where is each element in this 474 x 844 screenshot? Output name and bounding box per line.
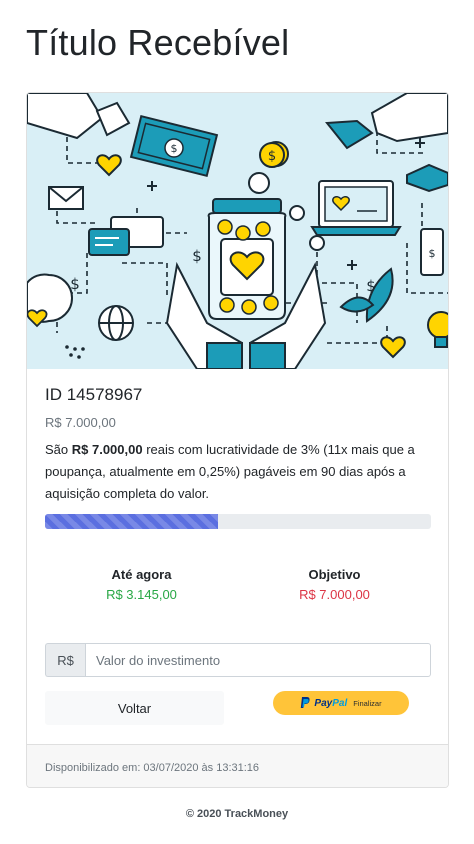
svg-text:$: $ xyxy=(429,247,436,260)
funding-progress-bar xyxy=(45,514,219,529)
svg-text:$: $ xyxy=(192,247,202,265)
investment-input-group: R$ xyxy=(45,643,431,677)
svg-text:$: $ xyxy=(70,275,80,293)
card-footer: Disponibilizado em: 03/07/2020 às 13:31:… xyxy=(27,744,448,787)
funding-stats: Até agora R$ 3.145,00 Objetivo R$ 7.000,… xyxy=(45,567,431,611)
stat-so-far-value: R$ 3.145,00 xyxy=(106,587,177,602)
copyright: © 2020 TrackMoney xyxy=(185,808,289,820)
stat-so-far: Até agora R$ 3.145,00 xyxy=(45,567,238,602)
receivable-id: ID 14578967 xyxy=(45,385,143,404)
stat-so-far-label: Até agora xyxy=(111,567,172,582)
stat-goal: Objetivo R$ 7.000,00 xyxy=(238,567,431,602)
receivable-value: R$ 7.000,00 xyxy=(45,415,116,430)
paypal-pal-text: Pal xyxy=(332,697,348,709)
paypal-logo-text: PayPal xyxy=(314,698,347,709)
receivable-description: São R$ 7.000,00 reais com lucratividade … xyxy=(45,439,431,505)
page-title: Título Recebível xyxy=(26,22,290,63)
currency-addon: R$ xyxy=(45,643,85,677)
card-body: ID 14578967 R$ 7.000,00 São R$ 7.000,00 … xyxy=(45,385,431,505)
investment-amount-input[interactable] xyxy=(85,643,431,677)
funding-progress xyxy=(45,514,431,529)
back-button[interactable]: Voltar xyxy=(45,691,224,725)
svg-text:$: $ xyxy=(268,149,276,164)
investment-illustration: $ $ $ $ $ $ xyxy=(27,93,448,369)
paypal-cta-label: Finalizar xyxy=(353,698,382,708)
paypal-pay-text: Pay xyxy=(314,697,333,709)
description-amount: R$ 7.000,00 xyxy=(71,442,143,457)
paypal-icon xyxy=(301,697,310,708)
illustration-svg: $ $ $ $ $ $ xyxy=(27,93,448,369)
svg-text:$: $ xyxy=(171,142,178,155)
receivable-card: $ $ $ $ $ $ ID 14578967 R$ 7.000,00 São … xyxy=(26,92,449,788)
stat-goal-label: Objetivo xyxy=(308,567,361,582)
stat-goal-value: R$ 7.000,00 xyxy=(299,587,370,602)
paypal-checkout-button[interactable]: PayPal Finalizar xyxy=(273,691,409,715)
description-prefix: São xyxy=(45,442,72,457)
